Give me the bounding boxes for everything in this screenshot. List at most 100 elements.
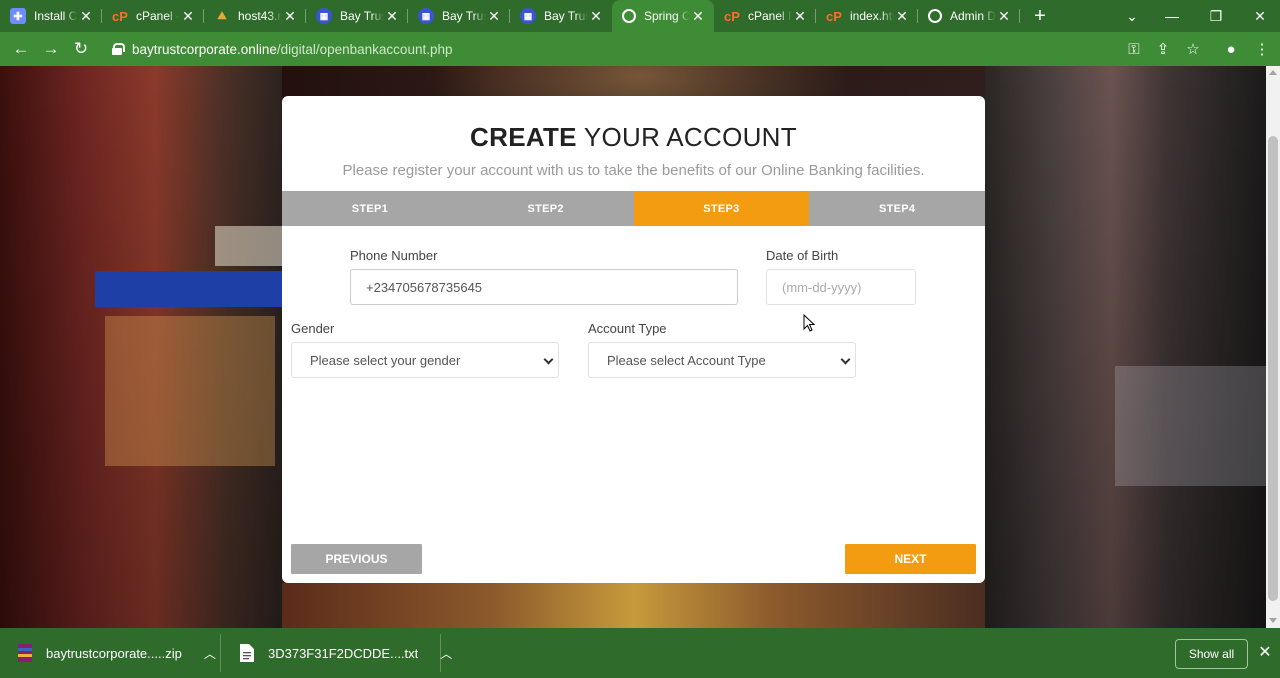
close-icon[interactable]: ✕ <box>690 8 706 24</box>
menu-dots-icon[interactable]: ⋮ <box>1247 34 1277 64</box>
url-host: baytrustcorporate.online <box>132 41 277 57</box>
close-icon[interactable]: ✕ <box>792 8 808 24</box>
bookmark-star-icon[interactable]: ☆ <box>1178 34 1208 64</box>
cpanel-icon: cP <box>112 8 128 24</box>
tab-index-html[interactable]: cP index.html ✕ <box>816 0 918 32</box>
next-button[interactable]: NEXT <box>845 544 976 574</box>
tab-title: Spring Cr <box>644 9 690 23</box>
close-icon[interactable]: ✕ <box>894 8 910 24</box>
gender-label: Gender <box>291 321 335 336</box>
tab-title: cPanel File <box>748 9 792 23</box>
tab-bay-trust-3[interactable]: ▦ Bay Trust ✕ <box>510 0 612 32</box>
close-icon[interactable]: ✕ <box>282 8 298 24</box>
back-arrow-icon[interactable]: ← <box>6 34 36 64</box>
chevron-up-icon[interactable]: ︿ <box>204 645 216 662</box>
close-icon[interactable]: ✕ <box>588 8 604 24</box>
download-item-zip[interactable]: baytrustcorporate.....zip ︿ <box>18 628 216 678</box>
scroll-down-icon[interactable] <box>1269 618 1277 623</box>
step-4[interactable]: STEP4 <box>809 191 985 226</box>
bank-icon: ▦ <box>418 8 434 24</box>
download-filename: baytrustcorporate.....zip <box>46 645 182 661</box>
tab-cpanel[interactable]: cP cPanel - Tools ✕ <box>102 0 204 32</box>
phone-input[interactable]: +234705678735645 <box>350 269 738 305</box>
url-path: /digital/openbankaccount.php <box>276 41 453 57</box>
restore-button[interactable]: ❐ <box>1194 0 1238 32</box>
step-2[interactable]: STEP2 <box>458 191 634 226</box>
title-bold: CREATE <box>470 122 577 152</box>
tab-title: Bay Trust <box>340 9 384 23</box>
globe-icon <box>928 9 942 23</box>
dob-label: Date of Birth <box>766 248 839 263</box>
title-rest: YOUR ACCOUNT <box>576 122 797 152</box>
bank-icon: ▦ <box>316 8 332 24</box>
puzzle-icon: ✚ <box>10 8 26 24</box>
step-1[interactable]: STEP1 <box>282 191 458 226</box>
minimize-button[interactable]: — <box>1150 0 1194 32</box>
forward-arrow-icon[interactable]: → <box>36 34 66 64</box>
tab-title: Bay Trust <box>442 9 486 23</box>
close-icon[interactable]: ✕ <box>180 8 196 24</box>
chevron-down-icon <box>840 354 851 365</box>
tab-cpanel-file[interactable]: cP cPanel File ✕ <box>714 0 816 32</box>
account-type-select-value: Please select Account Type <box>607 352 766 368</box>
cpanel-icon: cP <box>826 8 842 24</box>
previous-button[interactable]: PREVIOUS <box>291 544 422 574</box>
background-street-floor <box>282 583 985 628</box>
tab-spring-active[interactable]: Spring Cr ✕ <box>612 0 714 32</box>
profile-avatar-icon[interactable]: ● <box>1216 34 1246 64</box>
tab-install-cert[interactable]: ✚ Install Cert ✕ <box>0 0 102 32</box>
tab-title: index.html <box>850 9 894 23</box>
background-street-right <box>985 66 1266 628</box>
tab-title: Bay Trust <box>544 9 588 23</box>
tab-admin[interactable]: Admin Das ✕ <box>918 0 1020 32</box>
phone-label: Phone Number <box>350 248 438 263</box>
mouse-cursor-icon <box>803 314 815 332</box>
share-icon[interactable]: ⇪ <box>1148 34 1178 64</box>
step-progress-bar: STEP1 STEP2 STEP3 STEP4 <box>282 191 985 226</box>
step-3[interactable]: STEP3 <box>633 191 810 226</box>
gender-select[interactable]: Please select your gender <box>291 342 559 378</box>
host-icon: ⛰ <box>217 9 227 22</box>
tab-search-chevron-icon[interactable]: ⌄ <box>1110 0 1154 32</box>
account-type-label: Account Type <box>588 321 667 336</box>
page-subtitle: Please register your account with us to … <box>342 162 925 179</box>
scroll-up-icon[interactable] <box>1269 70 1277 75</box>
chevron-down-icon <box>543 354 554 365</box>
window-close-button[interactable]: ✕ <box>1238 0 1280 32</box>
tab-host43[interactable]: ⛰ host43.registrar ✕ <box>204 0 306 32</box>
scrollbar-thumb[interactable] <box>1268 136 1278 601</box>
address-bar[interactable]: baytrustcorporate.online/digital/openban… <box>102 35 1112 63</box>
close-icon[interactable]: ✕ <box>996 8 1012 24</box>
tab-title: Admin Das <box>950 9 996 23</box>
download-item-txt[interactable]: 3D373F31F2DCDDE....txt ︿ <box>240 628 452 678</box>
tab-bay-trust-2[interactable]: ▦ Bay Trust ✕ <box>408 0 510 32</box>
page-scrollbar[interactable] <box>1266 66 1280 628</box>
tab-title: Install Cert <box>34 9 78 23</box>
close-icon[interactable]: ✕ <box>78 8 94 24</box>
download-filename: 3D373F31F2DCDDE....txt <box>268 645 419 661</box>
new-tab-button[interactable]: + <box>1024 0 1056 32</box>
chevron-up-icon[interactable]: ︿ <box>440 645 452 662</box>
browser-toolbar: ← → ↻ baytrustcorporate.online/digital/o… <box>0 32 1280 66</box>
page-viewport: CREATE YOUR ACCOUNT Please register your… <box>0 66 1266 628</box>
download-shelf: baytrustcorporate.....zip ︿ 3D373F31F2DC… <box>0 628 1280 678</box>
create-account-card: CREATE YOUR ACCOUNT Please register your… <box>282 96 985 583</box>
show-all-downloads-button[interactable]: Show all <box>1175 639 1248 669</box>
close-icon[interactable]: ✕ <box>384 8 400 24</box>
close-icon[interactable]: ✕ <box>486 8 502 24</box>
tab-bay-trust-1[interactable]: ▦ Bay Trust ✕ <box>306 0 408 32</box>
dob-input[interactable]: (mm-dd-yyyy) <box>766 269 916 305</box>
bank-icon: ▦ <box>520 8 536 24</box>
lock-icon <box>112 43 125 55</box>
gender-select-value: Please select your gender <box>310 352 461 368</box>
key-icon[interactable]: ⚿ <box>1119 34 1149 64</box>
text-file-icon <box>240 644 254 662</box>
background-street-left <box>0 66 282 628</box>
globe-icon <box>622 9 636 23</box>
reload-icon[interactable]: ↻ <box>66 34 96 64</box>
cpanel-icon: cP <box>724 8 740 24</box>
account-type-select[interactable]: Please select Account Type <box>588 342 856 378</box>
close-icon[interactable]: ✕ <box>1256 642 1274 664</box>
tab-title: cPanel - Tools <box>136 9 180 23</box>
tab-title: host43.registrar <box>238 9 282 23</box>
